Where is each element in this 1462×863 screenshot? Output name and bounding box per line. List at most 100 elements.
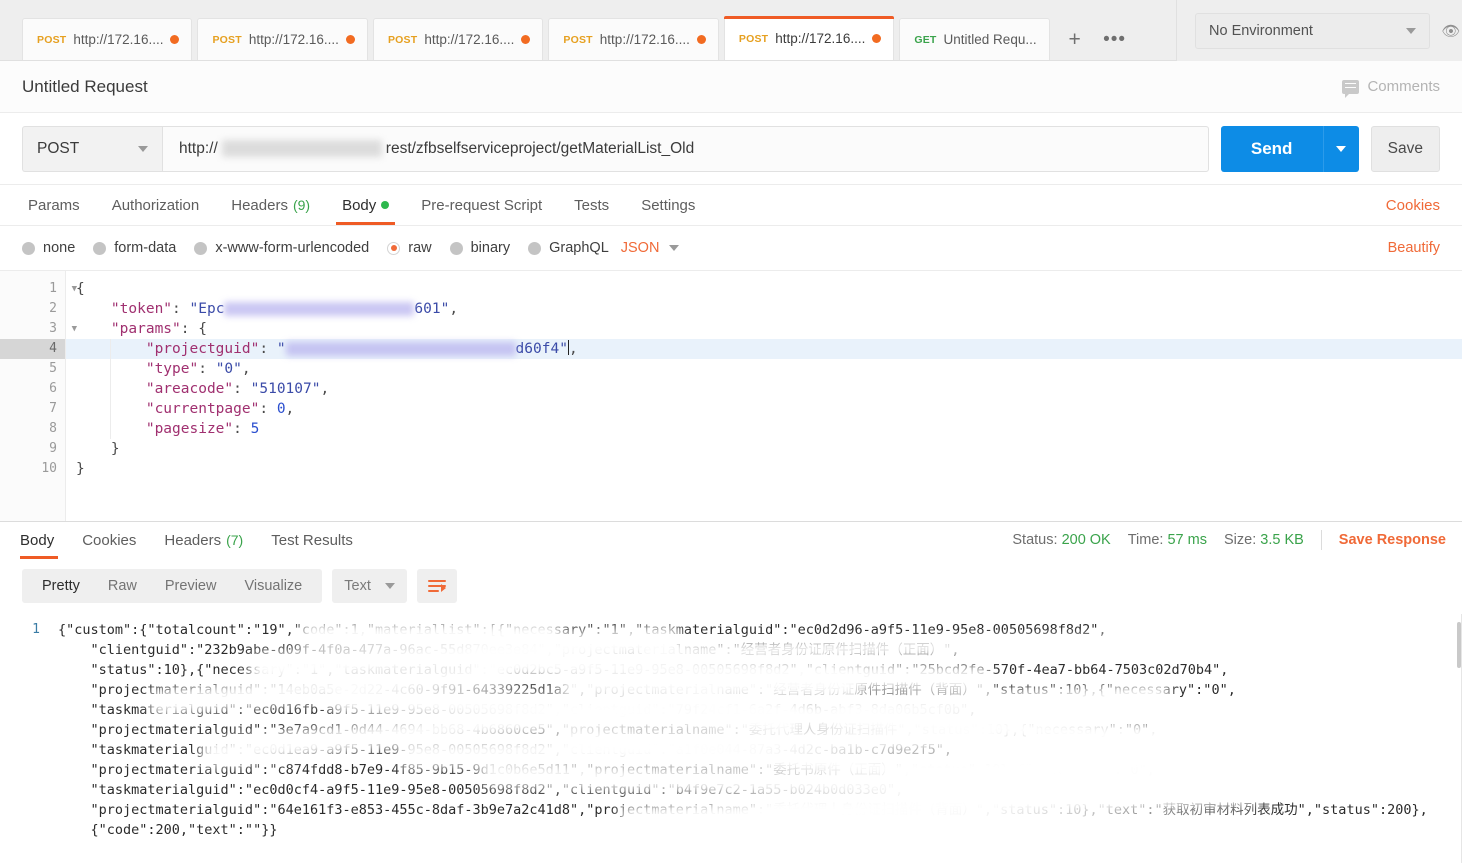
tab-authorization[interactable]: Authorization [96,185,216,225]
code-line[interactable]: } [66,459,1462,479]
code-token: "token" [110,301,173,317]
view-mode-pretty[interactable]: Pretty [28,569,94,603]
body-type-bar: none form-data x-www-form-urlencoded raw bin… [0,226,1462,270]
time-value: 57 ms [1167,532,1207,548]
environment-area: No Environment 👁 [1176,0,1462,61]
view-mode-visualize[interactable]: Visualize [230,569,316,603]
tab-method-label: POST [738,32,769,45]
code-token: : [259,401,277,417]
tab-params[interactable]: Params [22,185,96,225]
tab-method-label: POST [37,33,67,46]
code-line[interactable]: "pagesize": 5 [66,419,1462,439]
response-code-area[interactable]: {"custom":{"totalcount":"19","code":1,"m… [48,614,1462,863]
url-input[interactable]: http:// rest/zfbselfserviceproject/getMat… [162,125,1209,172]
response-line: "projectmaterialguid":"64e161f3-e853-455… [58,801,1428,818]
body-type-raw[interactable]: raw [387,240,432,256]
environment-selector[interactable]: No Environment [1195,12,1430,49]
tab-url-label: http://172.16.... [424,32,515,47]
send-options-button[interactable] [1322,125,1359,172]
code-line[interactable]: "token": "Epc 601", [66,299,1462,319]
comment-bubble-icon [1342,79,1360,98]
code-line[interactable]: "projectguid": " d60f4", [66,339,1462,359]
http-method-selector[interactable]: POST [22,125,162,172]
body-type-binary[interactable]: binary [449,240,510,256]
comments-button[interactable]: Comments [1342,78,1440,98]
request-tab-1[interactable]: POST http://172.16.... [22,18,193,60]
body-type-form-data[interactable]: form-data [93,240,176,256]
save-button[interactable]: Save [1370,125,1440,172]
body-format-selector[interactable]: JSON [621,240,680,256]
request-tab-list: POST http://172.16.... POST http://172.16..… [0,0,1055,60]
tab-headers[interactable]: Headers (9) [215,185,326,225]
radio-button-icon[interactable] [449,241,463,255]
radio-button-icon[interactable] [194,241,208,255]
code-line[interactable]: "params": { [66,319,1462,339]
tab-label: Body [20,531,55,549]
unsaved-indicator-icon[interactable] [696,35,706,44]
request-body-editor[interactable]: 1 ▼ 2 3 ▼ 4 5 6 7 8 9 10 { "token": "Epc 601", "para… [0,270,1462,521]
unsaved-indicator-icon[interactable] [345,35,355,44]
tab-pre-request-script[interactable]: Pre-request Script [405,185,558,225]
request-tab-6[interactable]: GET Untitled Requ... [899,18,1050,60]
code-token: , [449,301,459,317]
unsaved-indicator-icon[interactable] [872,34,882,43]
tab-tests[interactable]: Tests [558,185,625,225]
view-mode-raw[interactable]: Raw [94,569,151,603]
code-token: { [76,281,85,297]
view-mode-preview[interactable]: Preview [151,569,231,603]
tab-label: Params [28,196,80,214]
code-line[interactable]: "type": "0", [66,359,1462,379]
radio-button-icon[interactable] [22,241,35,255]
body-type-x-www-form-urlencoded[interactable]: x-www-form-urlencoded [194,240,369,256]
request-tab-2[interactable]: POST http://172.16.... [197,18,368,60]
tab-label: Pre-request Script [421,196,543,214]
code-token: "currentpage" [145,401,260,417]
beautify-button[interactable]: Beautify [1388,240,1440,256]
environment-selected-label: No Environment [1209,22,1313,39]
new-tab-button[interactable]: + [1055,18,1095,60]
body-type-none[interactable]: none [22,240,75,256]
tab-body[interactable]: Body [326,185,405,225]
code-token: d60f4" [515,341,568,357]
save-response-button[interactable]: Save Response [1339,532,1446,548]
code-line[interactable]: "currentpage": 0, [66,399,1462,419]
response-line: "clientguid":"232b9abe-d09f-4f0a-477a-96… [58,641,960,658]
response-body-viewer[interactable]: 1 {"custom":{"totalcount":"19","code":1,… [0,613,1462,863]
scrollbar-thumb[interactable] [1457,621,1461,668]
line-number: 5 [49,361,57,376]
tab-label: Settings [641,196,696,214]
response-tab-body[interactable]: Body [16,522,68,559]
tab-count-badge: (7) [226,532,244,548]
radio-button-icon[interactable] [387,241,401,255]
tab-settings[interactable]: Settings [625,185,711,225]
response-tab-cookies[interactable]: Cookies [68,522,150,559]
word-wrap-button[interactable] [416,569,457,603]
response-tab-test-results[interactable]: Test Results [257,522,367,559]
request-tab-4[interactable]: POST http://172.16.... [548,18,719,60]
radio-button-icon[interactable] [528,241,542,255]
request-tab-5[interactable]: POST http://172.16.... [723,16,895,60]
response-tab-headers[interactable]: Headers (7) [150,522,257,559]
send-button[interactable]: Send [1220,125,1323,172]
response-line: "taskmaterialguid":"ec0d1ea9-a9f5-11e9-9… [58,741,953,758]
body-type-graphql[interactable]: GraphQL [528,240,609,256]
code-line[interactable]: "areacode": "510107", [66,379,1462,399]
cookies-link[interactable]: Cookies [1386,185,1440,225]
response-scrollbar[interactable] [1456,614,1462,863]
eye-icon[interactable]: 👁 [1440,13,1462,49]
tab-options-button[interactable]: ••• [1095,18,1135,60]
line-number: 6 [49,381,57,396]
editor-code-area[interactable]: { "token": "Epc 601", "params": { "projec… [66,271,1462,521]
request-tab-3[interactable]: POST http://172.16.... [372,18,544,60]
code-line[interactable]: { [66,279,1462,299]
unsaved-indicator-icon[interactable] [170,35,180,44]
response-format-selector[interactable]: Text [332,569,407,603]
code-line[interactable]: } [66,439,1462,459]
response-line: {"code":200,"text":""}} [58,821,278,838]
radio-button-icon[interactable] [93,241,107,255]
chevron-down-icon [1406,27,1416,34]
unsaved-indicator-icon[interactable] [521,35,531,44]
response-view-mode-group: Pretty Raw Preview Visualize [22,569,323,603]
line-number: 4 [0,339,65,359]
